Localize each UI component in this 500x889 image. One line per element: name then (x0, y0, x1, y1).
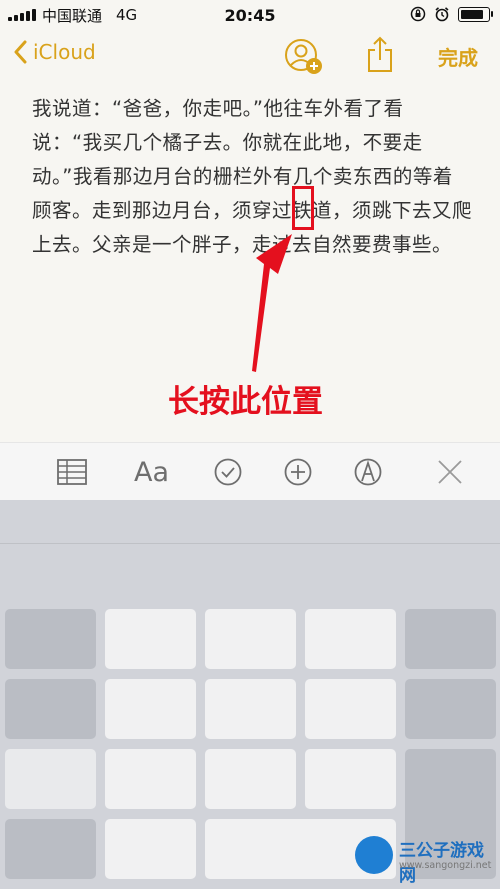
keyboard-key[interactable] (5, 679, 96, 739)
keyboard-key[interactable] (305, 609, 396, 669)
add-person-icon[interactable] (284, 38, 324, 76)
keyboard-key[interactable] (5, 749, 96, 809)
watermark-logo-icon (355, 836, 393, 874)
watermark: 三公子游戏网 www.sangongzi.net (355, 830, 500, 889)
keyboard-key[interactable] (305, 749, 396, 809)
back-button[interactable]: iCloud (14, 40, 96, 64)
nav-bar: iCloud 完成 (0, 30, 500, 80)
table-icon[interactable] (56, 455, 88, 489)
format-text-button[interactable]: Aa (134, 455, 169, 489)
status-bar: 中国联通 4G 20:45 (0, 0, 500, 30)
keyboard-key[interactable] (405, 609, 496, 669)
keyboard-key[interactable] (205, 679, 296, 739)
back-label: iCloud (33, 40, 96, 64)
alarm-icon (435, 7, 449, 22)
share-icon[interactable] (366, 36, 394, 74)
rotation-lock-icon (410, 6, 426, 22)
chevron-left-icon (14, 40, 27, 64)
keyboard-key[interactable] (105, 609, 196, 669)
close-icon[interactable] (434, 455, 466, 489)
checklist-icon[interactable] (212, 455, 244, 489)
keyboard-key[interactable] (105, 679, 196, 739)
keyboard-key[interactable] (105, 819, 196, 879)
keyboard-key[interactable] (105, 749, 196, 809)
highlight-marker (292, 186, 314, 230)
add-icon[interactable] (282, 455, 314, 489)
battery-icon (458, 6, 493, 22)
done-button[interactable]: 完成 (438, 42, 478, 71)
keyboard-key[interactable] (305, 679, 396, 739)
keyboard-key[interactable] (405, 679, 496, 739)
keyboard-key[interactable] (5, 819, 96, 879)
arrow-icon (252, 234, 292, 372)
watermark-url: www.sangongzi.net (399, 860, 492, 871)
annotation-label: 长按此位置 (168, 384, 323, 420)
keyboard-key[interactable] (5, 609, 96, 669)
format-toolbar: Aa (0, 442, 500, 501)
status-icons (410, 6, 493, 22)
keyboard-key[interactable] (205, 609, 296, 669)
keyboard-candidate-bar (0, 500, 500, 544)
markup-pen-icon[interactable] (352, 455, 384, 489)
keyboard-key[interactable] (205, 749, 296, 809)
